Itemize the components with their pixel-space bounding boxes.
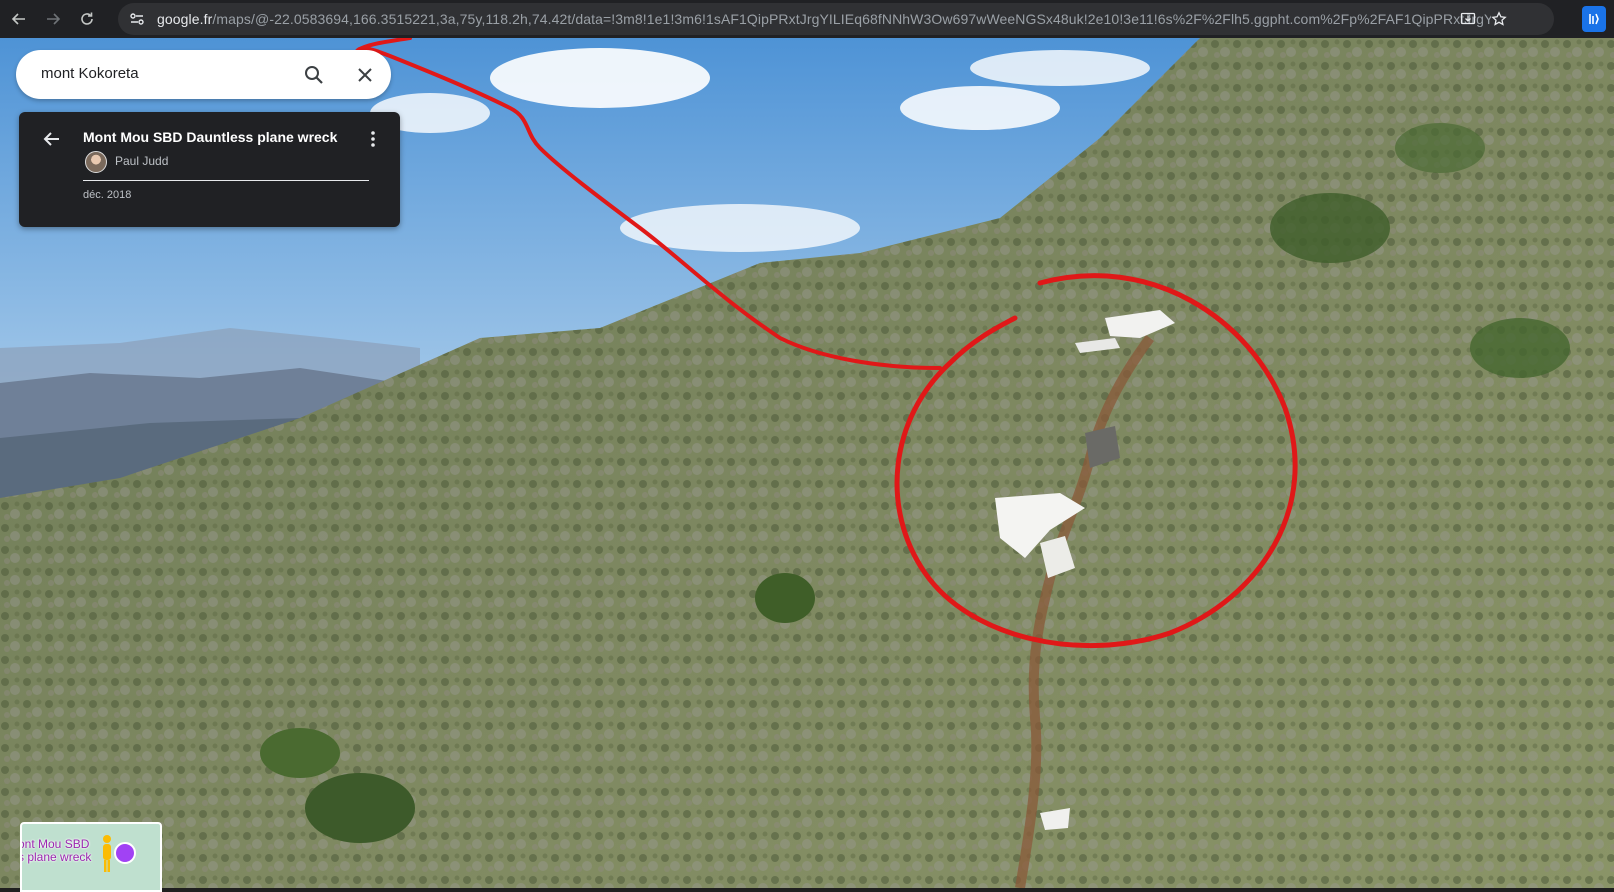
url-path: /maps/@-22.0583694,166.3515221,3a,75y,11… bbox=[212, 11, 1491, 27]
url-text[interactable]: google.fr/maps/@-22.0583694,166.3515221,… bbox=[157, 11, 1491, 27]
more-vert-icon bbox=[371, 131, 375, 147]
forward-icon bbox=[47, 13, 61, 25]
browser-toolbar: google.fr/maps/@-22.0583694,166.3515221,… bbox=[0, 0, 1614, 38]
install-app-button[interactable] bbox=[1458, 9, 1478, 29]
address-bar[interactable]: google.fr/maps/@-22.0583694,166.3515221,… bbox=[118, 3, 1554, 35]
back-icon bbox=[11, 13, 25, 25]
photo-info-card: Mont Mou SBD Dauntless plane wreck Paul … bbox=[19, 112, 400, 227]
bookmark-star-icon bbox=[1491, 11, 1507, 26]
search-input[interactable]: mont Kokoreta bbox=[41, 65, 139, 82]
site-info-icon bbox=[130, 13, 144, 25]
site-info-button[interactable] bbox=[127, 9, 147, 29]
author-avatar[interactable] bbox=[85, 151, 107, 173]
search-button[interactable] bbox=[301, 62, 327, 88]
forward-button[interactable] bbox=[42, 8, 64, 30]
reload-button[interactable] bbox=[76, 8, 98, 30]
card-back-button[interactable] bbox=[39, 126, 65, 152]
minimap[interactable]: ont Mou SBD s plane wreck bbox=[20, 822, 162, 892]
install-app-icon bbox=[1460, 12, 1476, 25]
minimap-place-label: ont Mou SBD s plane wreck bbox=[22, 837, 92, 864]
clear-search-button[interactable] bbox=[352, 62, 378, 88]
search-box[interactable]: mont Kokoreta bbox=[16, 50, 391, 99]
extension-icon bbox=[1589, 13, 1599, 25]
card-divider bbox=[83, 180, 369, 181]
place-pin-icon bbox=[114, 842, 136, 864]
author-name[interactable]: Paul Judd bbox=[115, 154, 168, 168]
pegman-icon[interactable] bbox=[100, 834, 114, 874]
more-options-button[interactable] bbox=[363, 126, 383, 152]
back-arrow-icon bbox=[43, 132, 59, 146]
search-icon bbox=[305, 66, 323, 84]
bookmark-button[interactable] bbox=[1489, 9, 1509, 29]
reload-icon bbox=[81, 12, 93, 25]
extension-button[interactable] bbox=[1582, 6, 1606, 32]
photo-date: déc. 2018 bbox=[83, 189, 132, 201]
place-title[interactable]: Mont Mou SBD Dauntless plane wreck bbox=[83, 129, 337, 145]
close-icon bbox=[358, 68, 372, 82]
url-host: google.fr bbox=[157, 11, 213, 27]
back-button[interactable] bbox=[8, 8, 30, 30]
